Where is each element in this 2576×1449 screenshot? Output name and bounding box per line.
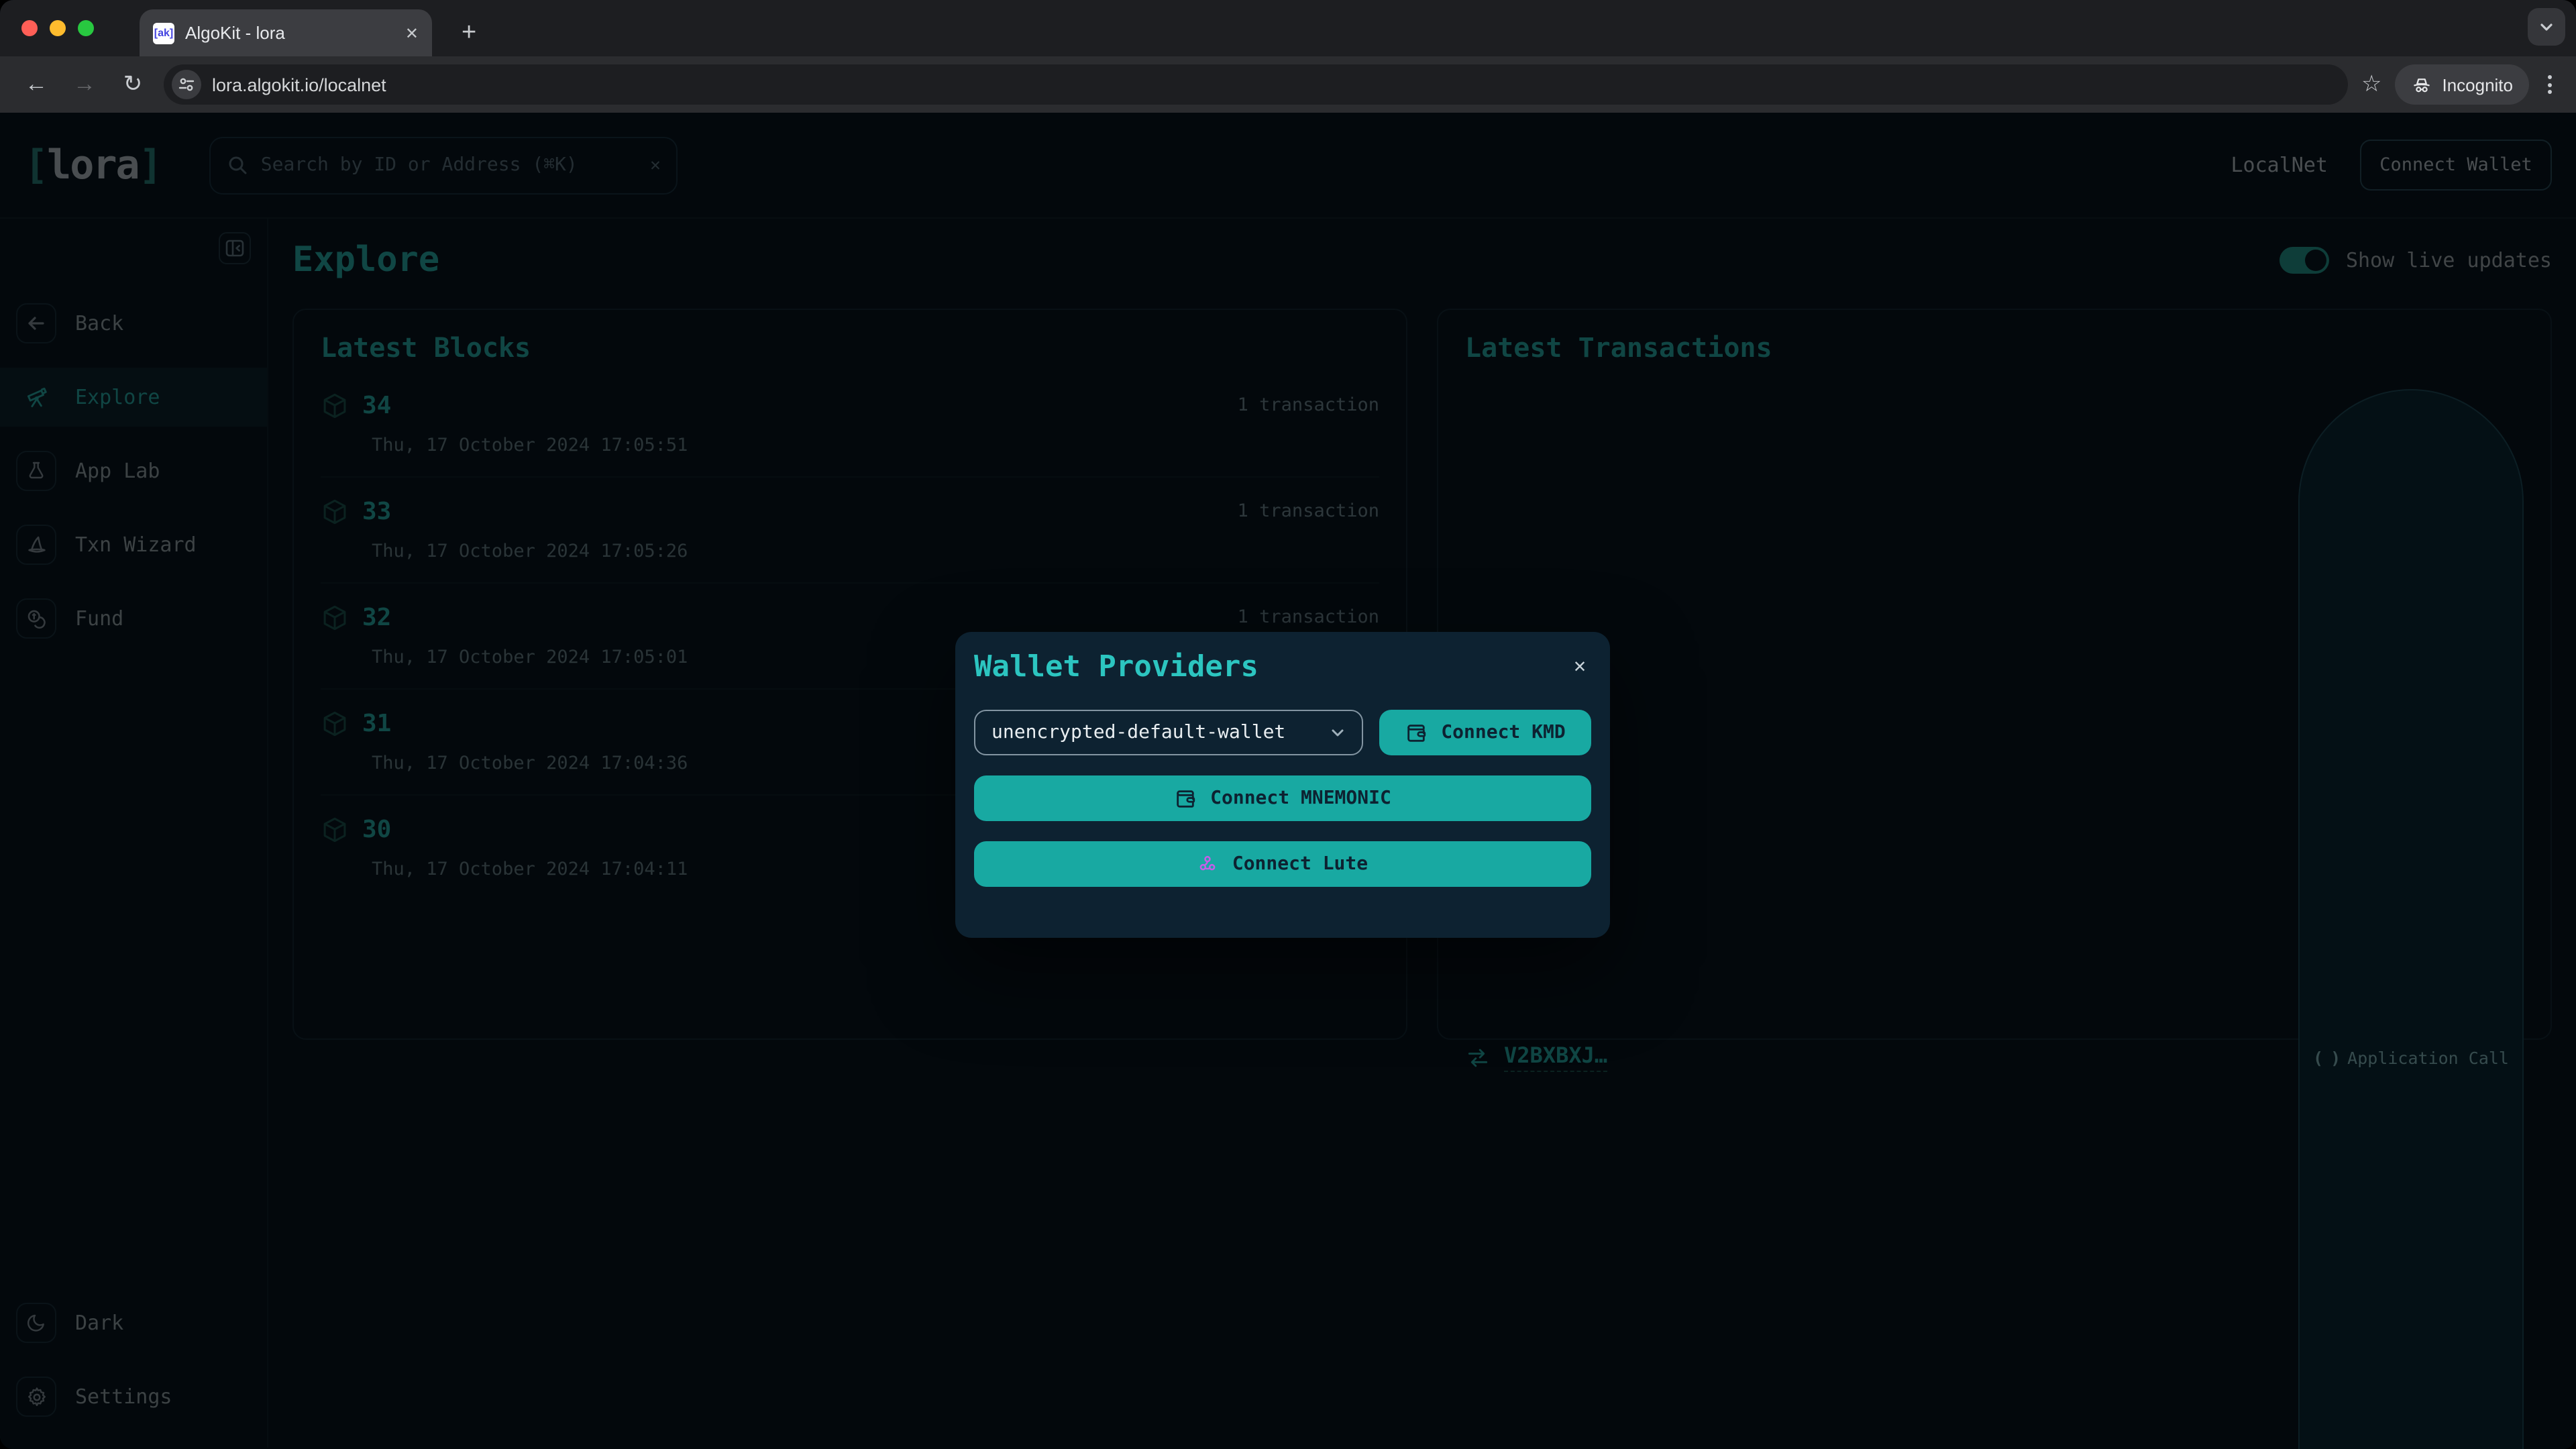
lora-app: [lora] ✕ LocalNet Connect Wallet [0,113,2576,1449]
close-window-button[interactable] [21,20,38,36]
url-text: lora.algokit.io/localnet [212,74,386,95]
forward-button[interactable]: → [67,67,102,102]
tab-strip: [ak] AlgoKit - lora ✕ + [0,0,2576,56]
incognito-label: Incognito [2442,74,2513,95]
wallet-select[interactable]: unencrypted-default-wallet [974,710,1363,755]
new-tab-button[interactable]: + [462,20,476,46]
connect-lute-button[interactable]: Connect Lute [974,841,1591,887]
lute-icon [1197,853,1219,875]
back-button[interactable]: ← [19,67,54,102]
connect-mnemonic-button[interactable]: Connect MNEMONIC [974,775,1591,821]
incognito-icon [2414,78,2430,92]
browser-toolbar: ← → ↻ lora.algokit.io/localnet ☆ Incogni… [0,56,2576,113]
browser-menu-button[interactable] [2542,75,2557,94]
wallet-icon [1407,724,1426,741]
bookmark-star-icon[interactable]: ☆ [2361,71,2382,98]
tab-favicon: [ak] [153,22,174,44]
window-controls [21,20,94,36]
address-bar[interactable]: lora.algokit.io/localnet [164,64,2348,105]
tab-search-button[interactable] [2528,8,2565,46]
site-info-icon[interactable] [172,70,201,99]
tab-close-icon[interactable]: ✕ [405,23,419,42]
incognito-badge: Incognito [2395,64,2529,105]
wallet-select-value: unencrypted-default-wallet [991,722,1286,743]
connect-kmd-button[interactable]: Connect KMD [1379,710,1591,755]
reload-button[interactable]: ↻ [115,67,150,102]
chevron-down-icon [1332,729,1344,737]
modal-close-button[interactable]: ✕ [1568,651,1591,680]
chevron-down-icon [2540,23,2553,31]
wallet-icon [1177,790,1195,807]
maximize-window-button[interactable] [78,20,94,36]
browser-tab[interactable]: [ak] AlgoKit - lora ✕ [140,9,432,56]
wallet-providers-modal: Wallet Providers ✕ unencrypted-default-w… [955,632,1610,938]
minimize-window-button[interactable] [50,20,66,36]
browser-window: [ak] AlgoKit - lora ✕ + ← → ↻ lora.algok… [0,0,2576,1449]
modal-title: Wallet Providers [974,651,1258,684]
tab-title: AlgoKit - lora [185,23,285,43]
